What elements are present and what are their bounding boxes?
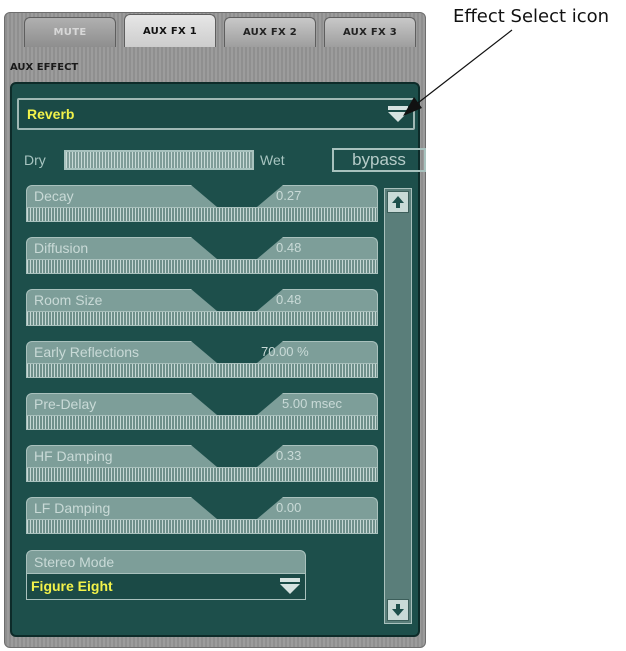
- callout-label: Effect Select icon: [453, 6, 610, 27]
- param-room-size: Room Size 0.48: [26, 289, 378, 331]
- tab-mute[interactable]: MUTE: [24, 17, 116, 47]
- param-knob-notch[interactable]: [191, 497, 283, 519]
- param-knob-notch[interactable]: [191, 289, 283, 311]
- param-knob-notch[interactable]: [191, 237, 283, 259]
- param-knob-notch[interactable]: [191, 185, 283, 207]
- bypass-button[interactable]: bypass: [332, 148, 426, 172]
- scroll-up-button[interactable]: [387, 191, 409, 213]
- stereo-mode-select[interactable]: Figure Eight: [26, 574, 306, 600]
- param-label: Pre-Delay: [34, 396, 97, 412]
- param-value: 0.48: [276, 240, 302, 255]
- stereo-mode: Stereo Mode Figure Eight: [26, 550, 306, 606]
- param-label: Decay: [34, 188, 74, 204]
- stereo-mode-value: Figure Eight: [31, 578, 113, 594]
- parameter-scrollbar[interactable]: [384, 188, 412, 624]
- param-slider[interactable]: [26, 519, 378, 534]
- param-hf-damping: HF Damping 0.33: [26, 445, 378, 487]
- tab-aux-fx-1[interactable]: AUX FX 1: [124, 14, 216, 47]
- tab-bar: MUTE AUX FX 1 AUX FX 2 AUX FX 3: [24, 14, 420, 49]
- param-value: 70.00 %: [261, 344, 309, 359]
- scroll-down-button[interactable]: [387, 599, 409, 621]
- dry-wet-row: Dry Wet bypass: [20, 146, 426, 174]
- param-label: Early Reflections: [34, 344, 140, 360]
- param-value: 0.00: [276, 500, 302, 515]
- param-value: 0.27: [276, 188, 302, 203]
- tab-aux-fx-2[interactable]: AUX FX 2: [224, 17, 316, 47]
- param-slider[interactable]: [26, 311, 378, 326]
- param-value: 0.33: [276, 448, 302, 463]
- param-knob-notch[interactable]: [191, 445, 283, 467]
- arrow-down-icon: [392, 604, 404, 616]
- dry-wet-slider[interactable]: [64, 150, 254, 170]
- param-lf-damping: LF Damping 0.00: [26, 497, 378, 539]
- wet-label: Wet: [260, 152, 285, 168]
- effect-select[interactable]: Reverb: [17, 98, 415, 130]
- param-slider[interactable]: [26, 415, 378, 430]
- stereo-mode-label: Stereo Mode: [34, 554, 115, 570]
- param-label: HF Damping: [34, 448, 113, 464]
- param-value: 0.48: [276, 292, 302, 307]
- arrow-up-icon: [392, 196, 404, 208]
- param-slider[interactable]: [26, 207, 378, 222]
- param-pre-delay: Pre-Delay 5.00 msec: [26, 393, 378, 435]
- chevron-down-icon[interactable]: [387, 105, 409, 123]
- param-diffusion: Diffusion 0.48: [26, 237, 378, 279]
- tab-aux-fx-3[interactable]: AUX FX 3: [324, 17, 416, 47]
- effect-name: Reverb: [27, 106, 75, 122]
- chevron-down-icon[interactable]: [279, 577, 301, 595]
- param-slider[interactable]: [26, 259, 378, 274]
- param-label: LF Damping: [34, 500, 111, 516]
- param-knob-notch[interactable]: [191, 393, 283, 415]
- param-slider[interactable]: [26, 363, 378, 378]
- param-slider[interactable]: [26, 467, 378, 482]
- param-value: 5.00 msec: [282, 396, 342, 411]
- dry-label: Dry: [24, 152, 46, 168]
- param-label: Room Size: [34, 292, 103, 308]
- section-label: AUX EFFECT: [10, 62, 79, 73]
- param-decay: Decay 0.27: [26, 185, 378, 227]
- param-early-reflections: Early Reflections 70.00 %: [26, 341, 378, 383]
- param-label: Diffusion: [34, 240, 89, 256]
